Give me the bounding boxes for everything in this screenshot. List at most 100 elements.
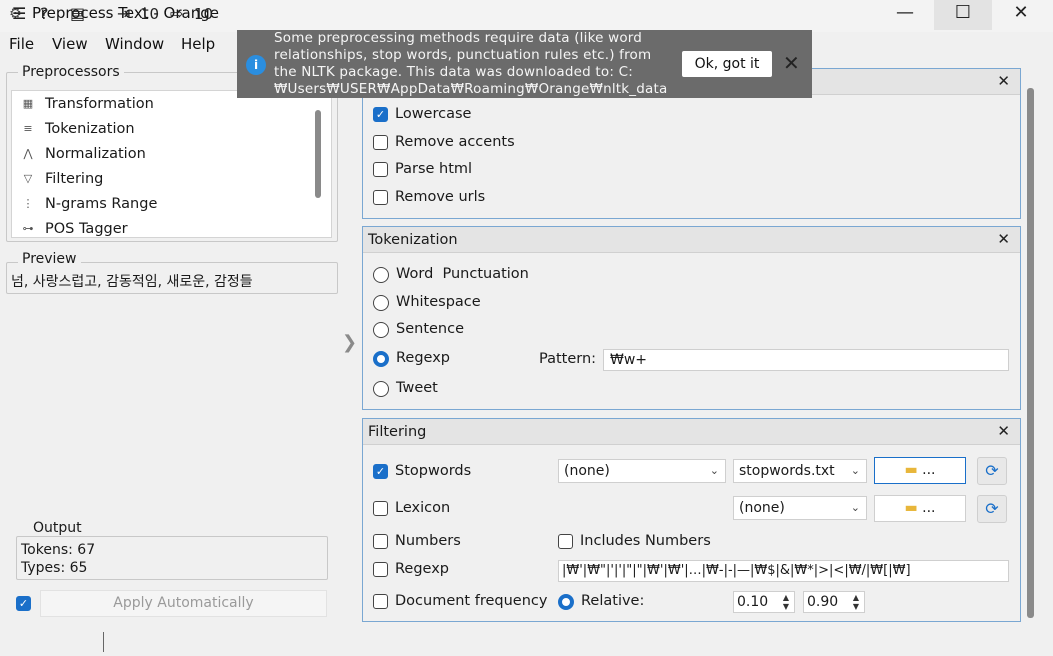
notification-line: the NLTK package. This data was download… — [274, 64, 634, 80]
pattern-label: Pattern: — [539, 351, 597, 367]
parse-html-label: Parse html — [395, 161, 473, 177]
lexicon-file-select[interactable]: (none) ⌄ — [733, 496, 867, 520]
sentence-label: Sentence — [396, 321, 465, 337]
lexicon-checkbox[interactable] — [373, 501, 388, 516]
output-count: 10 — [194, 5, 214, 23]
stopwords-file-value: stopwords.txt — [739, 463, 835, 479]
tokenization-panel: Tokenization ✕ Word Punctuation Whitespa… — [362, 226, 1021, 410]
preprocessor-item-filtering[interactable]: ▽ Filtering — [18, 166, 104, 191]
output-tokens: Tokens: 67 — [21, 542, 96, 558]
menu-help[interactable]: Help — [181, 35, 215, 53]
minimize-button[interactable]: — — [876, 0, 934, 30]
notification-line: Some preprocessing methods require data … — [274, 30, 643, 46]
preprocessor-label: N-grams Range — [45, 195, 158, 212]
lexicon-browse-label: ... — [922, 500, 936, 516]
preprocessors-list: ▦ Transformation ≡ Tokenization ⋀ Normal… — [11, 90, 332, 238]
filtering-panel: Filtering ✕ ✓ Stopwords (none) ⌄ stopwor… — [362, 418, 1021, 622]
relative-min-spinbox[interactable]: 0.10 ▲ ▼ — [733, 591, 795, 613]
preprocessor-label: POS Tagger — [45, 220, 128, 237]
preprocessors-title: Preprocessors — [18, 64, 124, 80]
filter-regexp-checkbox[interactable] — [373, 562, 388, 577]
preprocessor-item-normalization[interactable]: ⋀ Normalization — [18, 141, 145, 166]
notification-close-icon[interactable]: ✕ — [783, 51, 800, 75]
report-icon[interactable]: ▤ — [70, 4, 85, 23]
notification-line: relationships, stop words, punctuation r… — [274, 47, 652, 63]
menu-view[interactable]: View — [52, 35, 88, 53]
includes-numbers-label: Includes Numbers — [580, 533, 711, 549]
document-frequency-checkbox[interactable] — [373, 594, 388, 609]
chevron-down-icon: ⌄ — [850, 464, 860, 477]
folder-icon: ▬ — [904, 462, 918, 478]
remove-accents-checkbox[interactable] — [373, 135, 388, 150]
notification-ok-button[interactable]: Ok, got it — [682, 51, 772, 77]
preview-text: 넘, 사랑스럽고, 감동적임, 새로운, 감정들 — [11, 274, 253, 290]
remove-urls-label: Remove urls — [395, 189, 486, 205]
collapse-arrow-icon[interactable]: ❯ — [342, 332, 357, 353]
relative-max-spinbox[interactable]: 0.90 ▲ ▼ — [803, 591, 865, 613]
menu-window[interactable]: Window — [105, 35, 164, 53]
lexicon-browse-button[interactable]: ▬ ... — [874, 495, 966, 522]
preprocessor-item-pos-tagger[interactable]: ⊶ POS Tagger — [18, 216, 128, 241]
spin-arrows-icon[interactable]: ▲ ▼ — [849, 593, 863, 611]
numbers-checkbox[interactable] — [373, 534, 388, 549]
regexp-radio[interactable] — [373, 351, 389, 367]
stopwords-language-select[interactable]: (none) ⌄ — [558, 459, 726, 483]
status-divider — [103, 632, 104, 652]
output-title: Output — [29, 520, 86, 536]
preprocessor-item-tokenization[interactable]: ≡ Tokenization — [18, 116, 134, 141]
remove-panel-icon[interactable]: ✕ — [997, 422, 1010, 440]
numbers-label: Numbers — [395, 533, 461, 549]
panels-scrollbar[interactable] — [1027, 88, 1034, 618]
relative-label: Relative: — [581, 593, 645, 609]
panel-header: Tokenization ✕ — [363, 227, 1020, 253]
lowercase-checkbox[interactable]: ✓ — [373, 107, 388, 122]
maximize-button[interactable]: ☐ — [934, 0, 992, 30]
whitespace-radio[interactable] — [373, 295, 389, 311]
folder-icon: ▬ — [904, 500, 918, 516]
apply-automatically-checkbox[interactable]: ✓ — [16, 596, 31, 611]
preprocessor-item-transformation[interactable]: ▦ Transformation — [18, 91, 154, 116]
stopwords-label: Stopwords — [395, 463, 472, 479]
relative-radio[interactable] — [558, 594, 574, 610]
ngrams-icon: ⋮ — [22, 197, 34, 210]
pos-tagger-icon: ⊶ — [22, 222, 34, 235]
lexicon-file-value: (none) — [739, 500, 785, 516]
sentence-radio[interactable] — [373, 322, 389, 338]
stopwords-browse-button[interactable]: ▬ ... — [874, 457, 966, 484]
tweet-label: Tweet — [396, 380, 438, 396]
remove-panel-icon[interactable]: ✕ — [997, 72, 1010, 90]
status-bar — [0, 628, 360, 656]
remove-urls-checkbox[interactable] — [373, 190, 388, 205]
stopwords-checkbox[interactable]: ✓ — [373, 464, 388, 479]
preprocessor-item-ngrams[interactable]: ⋮ N-grams Range — [18, 191, 158, 216]
transformation-icon: ▦ — [22, 97, 34, 110]
remove-panel-icon[interactable]: ✕ — [997, 230, 1010, 248]
filter-regexp-input[interactable]: |₩'|₩"|'|'|"|"|₩'|₩'|…|₩-|-|—|₩$|&|₩*|>|… — [558, 560, 1009, 582]
spin-arrows-icon[interactable]: ▲ ▼ — [779, 593, 793, 611]
menu-file[interactable]: File — [9, 35, 34, 53]
stopwords-reload-button[interactable]: ⟳ — [977, 457, 1007, 485]
info-icon: i — [246, 55, 266, 75]
tweet-radio[interactable] — [373, 381, 389, 397]
notification-message: Some preprocessing methods require data … — [274, 30, 674, 98]
stopwords-file-select[interactable]: stopwords.txt ⌄ — [733, 459, 867, 483]
preprocessors-scrollbar[interactable] — [315, 110, 321, 198]
output-types: Types: 65 — [21, 560, 88, 576]
parse-html-checkbox[interactable] — [373, 162, 388, 177]
includes-numbers-checkbox[interactable] — [558, 534, 573, 549]
word-punctuation-radio[interactable] — [373, 267, 389, 283]
word-punctuation-label: Word Punctuation — [396, 266, 529, 282]
lexicon-reload-button[interactable]: ⟳ — [977, 495, 1007, 523]
stopwords-browse-label: ... — [922, 462, 936, 478]
input-icon: ⇥ — [117, 4, 131, 23]
whitespace-label: Whitespace — [396, 294, 481, 310]
menu-icon[interactable]: ☰ — [12, 4, 26, 23]
preview-title: Preview — [18, 251, 81, 267]
close-window-button[interactable]: ✕ — [992, 0, 1050, 30]
apply-button[interactable]: Apply Automatically — [40, 590, 327, 617]
pattern-input[interactable]: ₩w+ — [603, 349, 1009, 371]
tokenization-icon: ≡ — [23, 122, 33, 135]
lexicon-label: Lexicon — [395, 500, 451, 516]
document-frequency-label: Document frequency — [395, 593, 548, 609]
help-icon[interactable]: ? — [40, 4, 49, 23]
